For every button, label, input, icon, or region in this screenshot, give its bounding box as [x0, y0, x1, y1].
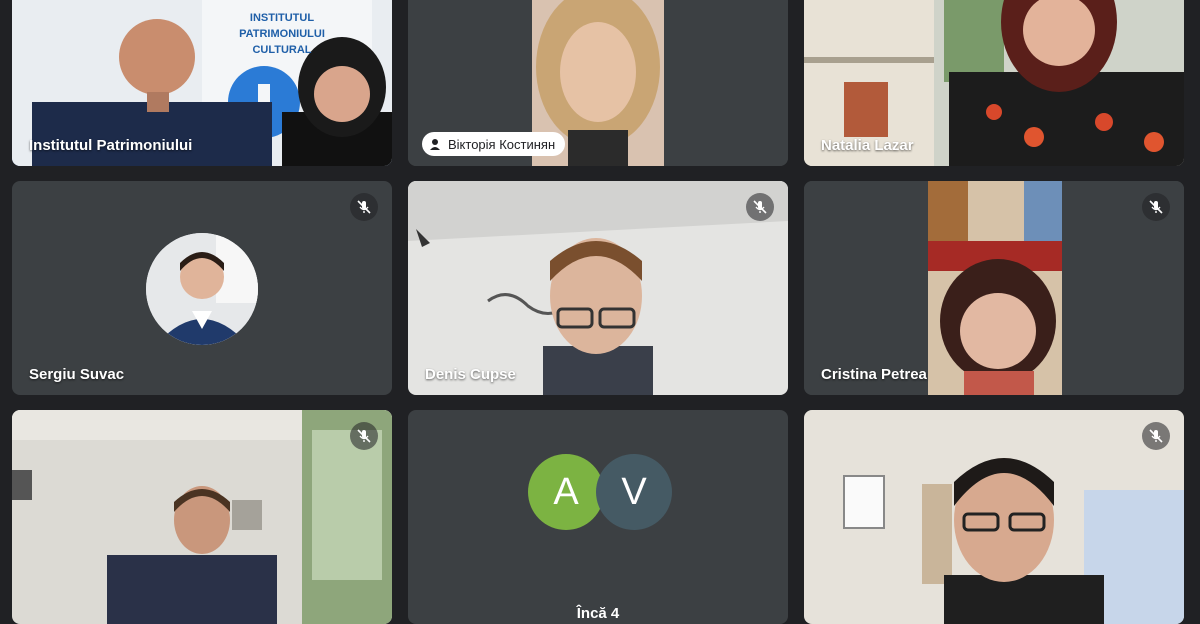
participant-name: Cristina Petrea: [821, 366, 927, 383]
sign-line: CULTURAL: [252, 44, 312, 56]
mic-off-icon: [350, 193, 378, 221]
participant-name-badge: Вікторія Костинян: [422, 132, 566, 156]
mic-off-icon: [746, 193, 774, 221]
background-sign: INSTITUTUL PATRIMONIULUI CULTURAL: [222, 10, 342, 58]
participant-tile-7[interactable]: [12, 410, 392, 624]
sign-line: INSTITUTUL: [249, 12, 315, 24]
participant-name: Sergiu Suvac: [29, 366, 125, 383]
sign-line: PATRIMONIULUI: [239, 28, 325, 40]
video-feed: [12, 410, 392, 624]
mic-off-icon: [1142, 422, 1170, 450]
user-icon: [430, 139, 440, 150]
video-feed: [804, 410, 1184, 624]
participant-tile-natalia[interactable]: Natalia Lazar: [804, 0, 1184, 166]
participant-name: Denis Cupse: [425, 366, 516, 383]
participant-tile-institutul[interactable]: INSTITUTUL PATRIMONIULUI CULTURAL Instit…: [12, 0, 392, 166]
initial-letter: A: [553, 470, 579, 513]
mic-off-icon: [350, 422, 378, 450]
participant-initial-avatar: V: [596, 454, 672, 530]
participant-name: Вікторія Костинян: [448, 136, 556, 152]
participant-tile-viktoria[interactable]: Вікторія Костинян: [408, 0, 788, 166]
participant-tile-cristina[interactable]: Cristina Petrea: [804, 181, 1184, 395]
more-participants-label: Încă 4: [576, 605, 620, 622]
participant-name: Institutul Patrimoniului: [29, 137, 193, 154]
participant-tile-sergiu[interactable]: Sergiu Suvac: [12, 181, 392, 395]
mic-off-icon: [1142, 193, 1170, 221]
avatar: [146, 233, 258, 345]
participant-tile-9[interactable]: [804, 410, 1184, 624]
participant-tile-denis[interactable]: Denis Cupse: [408, 181, 788, 395]
participant-name: Natalia Lazar: [821, 137, 914, 154]
video-feed: [408, 181, 788, 395]
participant-initial-avatar: A: [528, 454, 604, 530]
video-feed: [804, 181, 1184, 395]
more-participants-tile[interactable]: A V Încă 4: [408, 410, 788, 624]
initial-letter: V: [621, 470, 647, 513]
